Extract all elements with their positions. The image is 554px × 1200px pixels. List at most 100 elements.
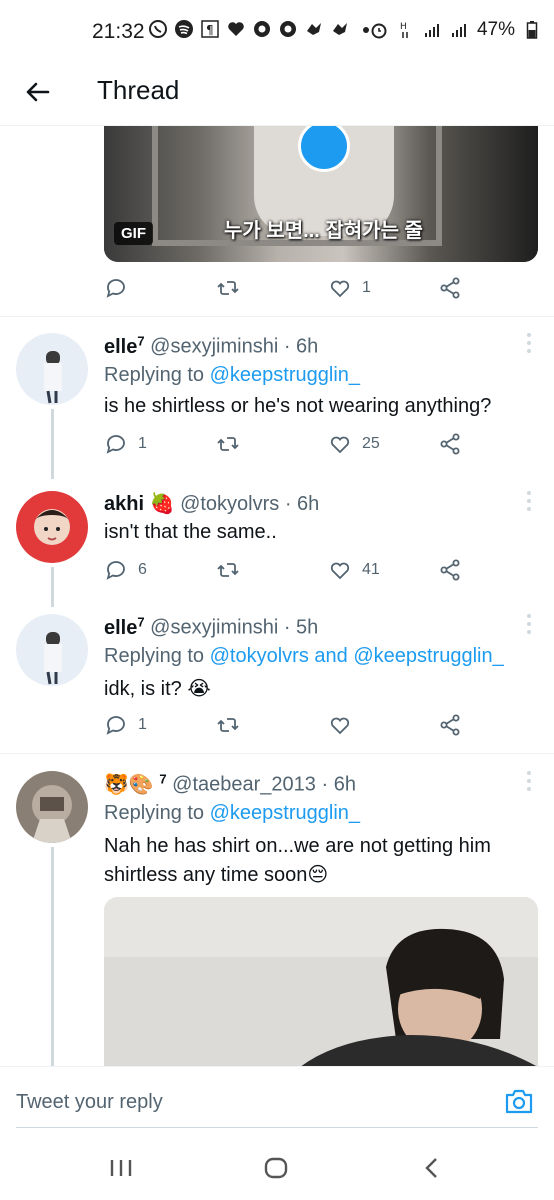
mention-link[interactable]: @keepstrugglin_ [210,802,360,824]
share-icon [440,559,460,581]
tweet-actions: 1 [104,713,484,743]
divider [0,753,554,754]
retweet-button[interactable] [216,432,250,456]
heart-icon [330,280,350,298]
tweet-image[interactable] [104,897,538,1067]
tweet-header: 🐯🎨 7 @taebear_2013 · 6h [104,771,356,797]
like-button[interactable] [328,713,362,737]
home-button[interactable] [263,1156,289,1180]
like-count: 25 [362,435,380,452]
retweet-button[interactable] [216,558,250,582]
display-name[interactable]: elle7 [104,614,145,639]
reply-count: 1 [138,435,147,452]
handle-time[interactable]: @taebear_2013 · 6h [172,774,356,796]
system-icons: H 47% [369,19,542,41]
mention-link[interactable]: @keepstrugglin_ [210,364,360,386]
share-icon [440,277,460,299]
retweet-button[interactable] [216,276,250,300]
tweet-header: elle7 @sexyjiminshi · 5h [104,614,318,640]
tweet-header: akhi 🍓 @tokyolvrs · 6h [104,491,319,516]
share-button[interactable] [438,276,462,300]
retweet-icon [217,281,239,295]
reply-count: 6 [138,561,147,578]
heart-icon [330,436,350,454]
avatar[interactable] [16,491,88,563]
handle-time[interactable]: @sexyjiminshi · 6h [150,336,318,358]
reply-icon [106,561,125,580]
chrome-icon [252,19,272,39]
share-icon [440,714,460,736]
notification-icons: ¶ [148,19,376,39]
reply-input[interactable]: Tweet your reply [16,1091,163,1114]
display-name[interactable]: elle7 [104,333,145,358]
battery-icon [522,20,542,40]
more-options-icon[interactable] [526,770,532,792]
whatsapp-icon [148,19,168,39]
tweet-actions: 1 [104,276,484,306]
avatar[interactable] [16,333,88,405]
back-button[interactable] [420,1156,446,1180]
more-options-icon[interactable] [526,332,532,354]
reply-icon [106,716,125,735]
tweet-actions: 6 41 [104,558,484,588]
system-nav-bar [0,1130,554,1200]
share-button[interactable] [438,558,462,582]
replying-to: Replying to @keepstrugglin_ [104,364,361,386]
reply-icon [106,435,125,454]
back-arrow-icon[interactable] [22,76,54,108]
divider [0,316,554,317]
bird-icon [330,19,350,39]
retweet-icon [217,718,239,732]
retweet-icon [217,563,239,577]
heart-icon [330,717,350,735]
share-button[interactable] [438,713,462,737]
status-time: 21:32 [92,20,145,43]
data-icon: H [396,20,416,40]
reply-button[interactable]: 6 [104,558,147,582]
more-options-icon[interactable] [526,613,532,635]
display-name[interactable]: 🐯🎨 7 [104,771,167,796]
signal-icon [450,20,470,40]
avatar[interactable] [16,771,88,843]
retweet-button[interactable] [216,713,250,737]
paragraph-icon: ¶ [200,19,220,39]
camera-icon[interactable] [504,1087,534,1115]
gif-media[interactable]: 누가 보면... 잡혀가는 줄 GIF [104,126,538,262]
share-button[interactable] [438,432,462,456]
heart-icon [226,19,246,39]
share-icon [440,433,460,455]
gif-badge: GIF [114,222,153,245]
handle-time[interactable]: @sexyjiminshi · 5h [150,617,318,639]
page-title: Thread [97,75,180,105]
like-count: 1 [362,279,371,296]
bird-icon [304,19,324,39]
reply-button[interactable]: 1 [104,713,147,737]
display-name[interactable]: akhi 🍓 [104,493,175,515]
reply-button[interactable]: 1 [104,432,147,456]
reply-button[interactable] [104,276,138,300]
like-button[interactable]: 41 [328,558,380,582]
like-button[interactable]: 1 [328,276,371,300]
thread-header: Thread [0,64,554,126]
svg-text:¶: ¶ [206,23,214,37]
more-options-icon[interactable] [526,490,532,512]
mention-link[interactable]: @tokyolvrs and @keepstrugglin_ [210,645,504,667]
status-bar: 21:32 ¶ H 47% [0,0,554,64]
reply-icon [106,279,125,298]
alarm-icon [369,20,389,40]
replying-to: Replying to @keepstrugglin_ [104,802,361,824]
thread-line [51,409,54,479]
tweet-text: idk, is it? 😭 [104,678,211,700]
tweet-text: Nah he has shirt on...we are not getting… [104,835,491,886]
heart-icon [330,562,350,580]
like-button[interactable]: 25 [328,432,380,456]
thread-line [51,567,54,607]
recent-apps-button[interactable] [108,1156,134,1180]
avatar[interactable] [16,614,88,686]
spotify-icon [174,19,194,39]
handle-time[interactable]: @tokyolvrs · 6h [180,493,319,515]
svg-text:H: H [400,22,407,32]
tweet-text: isn't that the same.. [104,521,277,543]
tweet-text: is he shirtless or he's not wearing anyt… [104,395,492,417]
tweet-actions: 1 25 [104,432,484,462]
